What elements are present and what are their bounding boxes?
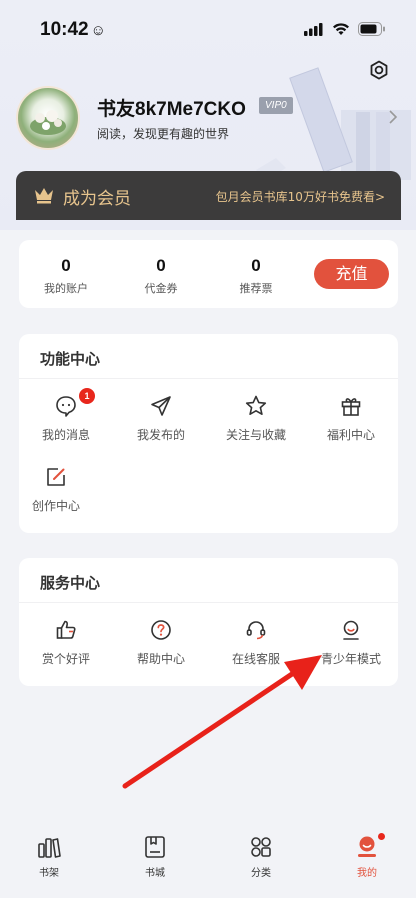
member-title: 成为会员 [63,189,131,209]
bookshelf-icon [38,838,61,858]
service-center-card: 服务中心 赏个好评 帮助中心 在线客服 青少年模式 [19,558,398,686]
vip-level-badge: VIP0 [259,97,293,114]
tab-mine[interactable]: 我的 [337,833,397,879]
wifi-icon [333,23,349,35]
paper-plane-icon [151,396,171,416]
follow-favorites-item[interactable]: 关注与收藏 [211,394,301,443]
tab-category-label: 分类 [251,868,271,879]
welfare-center-label: 福利中心 [326,428,375,442]
gift-icon [341,398,361,416]
unread-count-badge: 1 [79,388,95,404]
teen-mode-item[interactable]: 青少年模式 [306,618,396,667]
rate-app-item[interactable]: 赏个好评 [21,618,111,667]
divider [19,602,398,603]
status-bar: 10:42 ☺ [0,0,416,60]
tab-mine-label: 我的 [357,868,377,879]
my-account-stat[interactable]: 0 我的账户 [26,256,106,296]
my-messages-label: 我的消息 [41,428,90,442]
member-subtitle: 包月会员书库10万好书免费看> [215,190,385,204]
my-account-label: 我的账户 [44,282,88,295]
cellular-signal-icon [304,22,323,36]
recommend-ticket-value: 0 [251,256,261,275]
account-card: 0 我的账户 0 代金券 0 推荐票 充值 [19,240,398,308]
my-page-screen: 10:42 ☺ 书友8k7Me7CKO VIP0 阅读，发现更有趣的世界 成为会… [0,0,416,898]
voucher-stat[interactable]: 0 代金券 [121,256,201,296]
online-service-label: 在线客服 [231,652,280,666]
profile-slogan: 阅读，发现更有趣的世界 [97,127,230,141]
headset-icon [246,621,266,640]
tab-bookshelf-label: 书架 [39,868,59,879]
thumbs-up-icon [56,620,76,639]
my-account-value: 0 [61,256,71,275]
online-service-item[interactable]: 在线客服 [211,618,301,667]
username[interactable]: 书友8k7Me7CKO [97,94,246,121]
help-center-label: 帮助中心 [136,652,185,666]
message-icon [56,396,76,417]
voucher-value: 0 [156,256,166,275]
profile-icon [358,836,376,857]
tab-bookstore-label: 书城 [145,868,165,879]
user-avatar[interactable] [16,86,80,150]
bottom-tab-bar: 书架 书城 分类 我的 [0,820,416,898]
notification-dot [378,833,385,840]
rate-app-label: 赏个好评 [41,652,90,666]
category-icon [251,837,271,857]
help-center-item[interactable]: 帮助中心 [116,618,206,667]
crown-icon [35,188,53,204]
star-icon [245,395,267,415]
battery-icon [358,22,385,36]
tab-bookstore[interactable]: 书城 [125,834,185,879]
function-center-card: 功能中心 1 我的消息 我发布的 关注与收藏 福利中心 创作中心 [19,334,398,533]
status-time-text: 10:42 [40,19,89,40]
become-member-banner[interactable]: 成为会员 包月会员书库10万好书免费看> [16,171,401,220]
creation-center-item[interactable]: 创作中心 [11,465,101,514]
voucher-label: 代金券 [144,282,178,295]
follow-favorites-label: 关注与收藏 [225,428,286,442]
my-posts-label: 我发布的 [136,428,185,442]
settings-gear-icon[interactable] [366,57,392,83]
focus-mode-icon: ☺ [90,22,106,39]
tab-category[interactable]: 分类 [231,834,291,879]
recommend-ticket-label: 推荐票 [239,282,273,295]
recommend-ticket-stat[interactable]: 0 推荐票 [216,256,296,296]
recharge-button[interactable]: 充值 [314,259,389,289]
divider [19,378,398,379]
edit-icon [47,468,65,486]
tab-bookshelf[interactable]: 书架 [19,834,79,879]
chevron-right-icon[interactable] [386,108,400,126]
service-center-title: 服务中心 [40,574,101,592]
status-time: 10:42 ☺ [40,19,106,41]
status-icons [304,22,386,36]
avatar-image [30,110,66,135]
teen-mode-label: 青少年模式 [320,652,381,666]
bookstore-icon [145,836,165,858]
my-posts-item[interactable]: 我发布的 [116,394,206,443]
welfare-center-item[interactable]: 福利中心 [306,394,396,443]
help-icon [151,620,171,640]
teen-mode-icon [343,620,359,640]
my-messages-item[interactable]: 1 我的消息 [21,388,111,443]
function-center-title: 功能中心 [40,350,101,368]
creation-center-label: 创作中心 [31,499,80,513]
